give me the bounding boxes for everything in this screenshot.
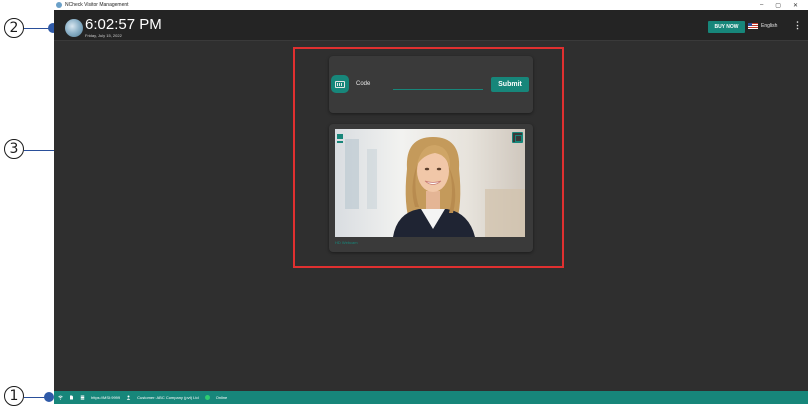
clock-date: Friday, July 15, 2022 xyxy=(85,33,122,38)
clock-time: 6:02:57 PM xyxy=(85,16,162,33)
minimize-button[interactable]: – xyxy=(760,2,763,9)
app-icon xyxy=(56,2,62,8)
callout-1-dot xyxy=(44,392,54,402)
camera-indicator-bar xyxy=(337,141,343,143)
connection-status: Online xyxy=(215,395,228,400)
submit-button[interactable]: Submit xyxy=(491,77,529,92)
keyboard-icon[interactable] xyxy=(331,75,349,93)
camera-card: HD Webcam xyxy=(329,124,533,252)
callout-1: 1 xyxy=(4,386,24,406)
language-selector[interactable]: English xyxy=(748,23,777,29)
camera-indicator-icon xyxy=(337,134,343,139)
callout-2-line xyxy=(24,28,50,29)
person-icon xyxy=(126,395,131,400)
title-bar: NCheck Visitor Management – ▢ ✕ xyxy=(54,0,808,10)
status-bar: https://MSI:9999 Customer: ABC Company (… xyxy=(54,391,808,404)
code-entry-card: Code Submit xyxy=(329,56,533,113)
code-label: Code xyxy=(356,81,371,87)
screenshot-stage: 2 3 1 NCheck Visitor Management – ▢ ✕ 6:… xyxy=(0,0,808,410)
maximize-button[interactable]: ▢ xyxy=(775,2,781,9)
app-logo xyxy=(65,19,83,37)
server-icon xyxy=(80,395,85,400)
close-button[interactable]: ✕ xyxy=(793,2,798,9)
camera-feed xyxy=(335,129,525,237)
server-address: https://MSI:9999 xyxy=(91,395,121,400)
customer-label: Customer: ABC Company (pvt) Ltd xyxy=(137,395,199,400)
wifi-icon xyxy=(58,395,63,400)
us-flag-icon xyxy=(748,23,758,29)
document-icon xyxy=(70,395,73,400)
more-menu-icon[interactable]: ⋮ xyxy=(793,21,802,30)
callout-2: 2 xyxy=(4,18,24,38)
camera-feed-image xyxy=(335,129,525,237)
online-status-icon xyxy=(204,395,210,400)
fullscreen-icon[interactable] xyxy=(512,132,523,143)
callout-3: 3 xyxy=(4,139,24,159)
window-title: NCheck Visitor Management xyxy=(65,2,129,8)
camera-name: HD Webcam xyxy=(335,240,358,245)
window-controls: – ▢ ✕ xyxy=(760,2,808,9)
app-header: 6:02:57 PM Friday, July 15, 2022 BUY NOW… xyxy=(54,10,808,41)
code-input[interactable] xyxy=(393,77,483,90)
buy-now-button[interactable]: BUY NOW xyxy=(708,21,745,33)
language-label: English xyxy=(761,23,778,29)
